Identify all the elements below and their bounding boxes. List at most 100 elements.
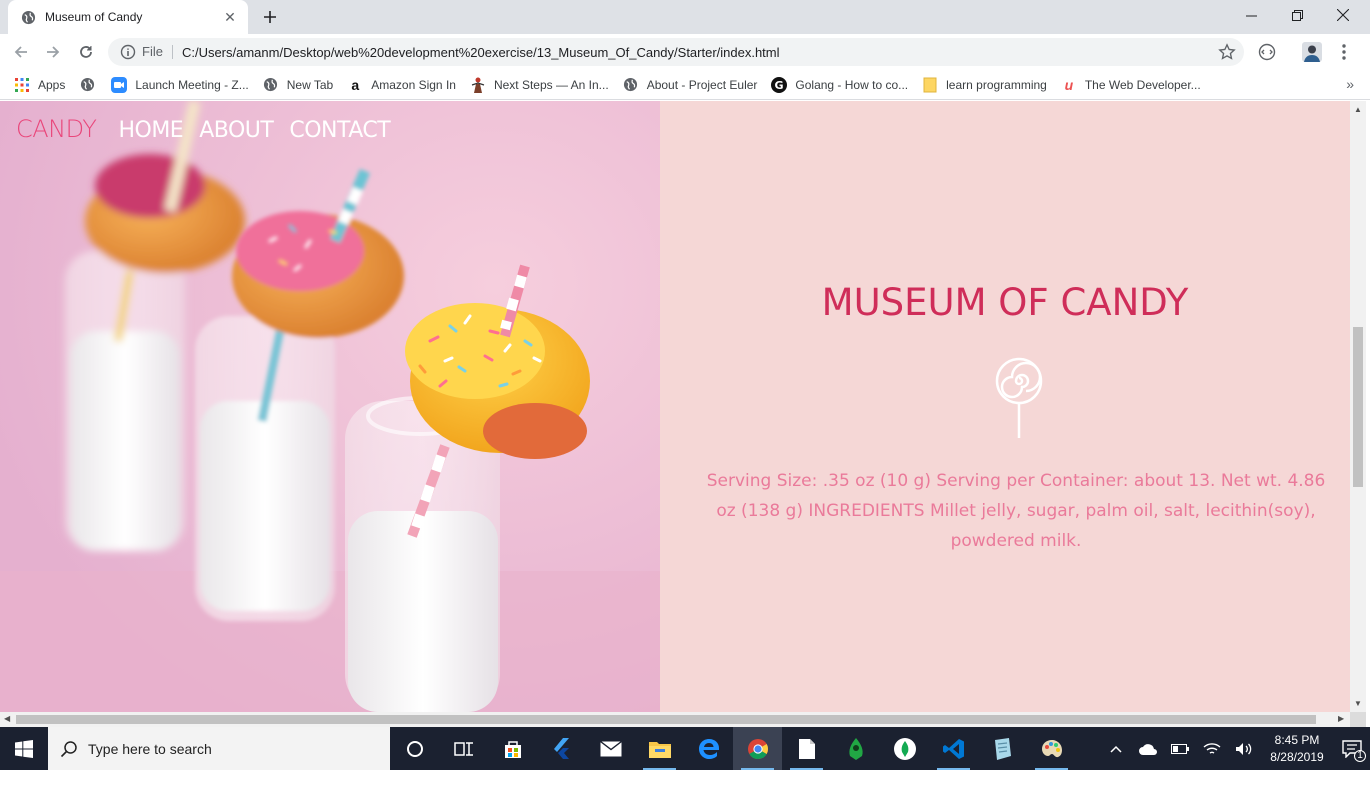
forward-icon[interactable]: [41, 40, 65, 64]
hero-image: [0, 101, 660, 712]
menu-icon[interactable]: [1334, 42, 1354, 62]
horizontal-scroll-thumb[interactable]: [16, 715, 1316, 724]
bookmark-label: Next Steps — An In...: [493, 77, 609, 92]
close-icon[interactable]: ✕: [222, 9, 238, 25]
product-description: Serving Size: .35 oz (10 g) Serving per …: [706, 471, 1326, 551]
battery-icon[interactable]: [1164, 727, 1196, 770]
browser-tab[interactable]: Museum of Candy ✕: [8, 0, 248, 34]
bookmark-label: Apps: [38, 77, 66, 92]
bookmark-zoom[interactable]: Launch Meeting - Z...: [111, 72, 249, 98]
store-icon[interactable]: [488, 727, 537, 770]
nav-link-contact[interactable]: CONTACT: [289, 118, 390, 143]
vertical-scroll-thumb[interactable]: [1353, 327, 1363, 487]
windows-start-icon[interactable]: [0, 727, 48, 770]
info-panel: MUSEUM OF CANDY Serving Size: .35 oz (10…: [660, 101, 1350, 712]
notepadpp-icon[interactable]: [978, 727, 1027, 770]
back-icon[interactable]: [9, 40, 33, 64]
bookmark-new-tab[interactable]: New Tab: [263, 72, 333, 98]
paint-icon[interactable]: [1027, 727, 1076, 770]
scroll-right-icon[interactable]: ▶: [1338, 714, 1344, 723]
mongodb-icon[interactable]: [880, 727, 929, 770]
edge-icon[interactable]: [684, 727, 733, 770]
horizontal-scrollbar[interactable]: ◀ ▶: [0, 712, 1350, 727]
task-view-icon[interactable]: [439, 727, 488, 770]
scroll-up-icon[interactable]: ▲: [1354, 105, 1362, 114]
cortana-icon[interactable]: [390, 727, 439, 770]
folder-icon: [922, 77, 938, 93]
zoom-icon: [111, 76, 128, 93]
search-placeholder: Type here to search: [88, 740, 212, 757]
profile-icon[interactable]: [1302, 42, 1322, 62]
scroll-left-icon[interactable]: ◀: [4, 714, 10, 723]
reload-icon[interactable]: [74, 40, 98, 64]
restore-button[interactable]: [1274, 0, 1320, 30]
globe-icon: [79, 77, 95, 93]
browser-toolbar: File C:/Users/amanm/Desktop/web%20develo…: [0, 34, 1370, 70]
tab-title: Museum of Candy: [45, 10, 143, 24]
bookmark-apps[interactable]: Apps: [14, 72, 65, 98]
notification-count: 1: [1354, 750, 1366, 762]
new-tab-button[interactable]: [258, 6, 282, 28]
amazon-icon: a: [351, 76, 360, 93]
vertical-scrollbar[interactable]: ▲ ▼: [1350, 101, 1366, 712]
mail-icon[interactable]: [586, 727, 635, 770]
search-icon: [60, 740, 78, 758]
donut-milk-photo: [0, 101, 660, 712]
clock-time: 8:45 PM: [1274, 732, 1320, 747]
notepad-icon[interactable]: [782, 727, 831, 770]
tab-strip: Museum of Candy ✕: [0, 0, 1370, 34]
robo3t-icon[interactable]: [831, 727, 880, 770]
minimize-button[interactable]: [1228, 0, 1274, 30]
clock-date: 8/28/2019: [1270, 749, 1324, 764]
plus-icon: [264, 11, 276, 23]
nav-link-about[interactable]: ABOUT: [199, 118, 274, 143]
bookmark-label: Amazon Sign In: [371, 77, 456, 92]
star-icon[interactable]: [1218, 43, 1236, 61]
bookmark-amazon[interactable]: a Amazon Sign In: [347, 72, 456, 98]
vscode-icon[interactable]: [929, 727, 978, 770]
bookmark-project-euler[interactable]: About - Project Euler: [623, 72, 758, 98]
bookmark-globe[interactable]: [79, 72, 103, 98]
wifi-icon[interactable]: [1196, 727, 1228, 770]
system-tray: 8:45 PM 8/28/2019 1: [1100, 727, 1370, 770]
file-explorer-icon[interactable]: [635, 727, 684, 770]
close-window-button[interactable]: [1320, 0, 1366, 30]
bookmark-label: Golang - How to co...: [795, 77, 909, 92]
bookmark-folder-learn-programming[interactable]: learn programming: [922, 72, 1047, 98]
bookmark-golang[interactable]: G Golang - How to co...: [771, 72, 908, 98]
bookmark-label: About - Project Euler: [646, 77, 758, 92]
g-icon: G: [771, 76, 788, 93]
globe-icon: [21, 10, 36, 25]
globe-icon: [263, 77, 279, 93]
apps-grid-icon: [14, 77, 30, 93]
clock[interactable]: 8:45 PM 8/28/2019: [1260, 732, 1334, 766]
nav-brand-link[interactable]: CANDY: [16, 115, 97, 143]
bookmarks-bar: Apps Launch Meeting - Z... New Tab a Ama…: [0, 70, 1370, 100]
chevron-up-icon[interactable]: [1100, 727, 1132, 770]
chrome-icon[interactable]: [733, 727, 782, 770]
bookmark-label: learn programming: [946, 77, 1047, 92]
site-nav: CANDY HOME ABOUT CONTACT: [16, 115, 406, 143]
figure-icon: [470, 77, 486, 93]
volume-icon[interactable]: [1228, 727, 1260, 770]
udemy-icon: u: [1064, 76, 1074, 93]
chevron-double-right-icon[interactable]: »: [1346, 76, 1354, 92]
bookmark-label: New Tab: [286, 77, 334, 92]
nav-link-home[interactable]: HOME: [118, 118, 183, 143]
bookmark-label: The Web Developer...: [1084, 77, 1201, 92]
url-text[interactable]: C:/Users/amanm/Desktop/web%20development…: [182, 45, 780, 60]
globe-icon: [623, 77, 639, 93]
address-bar[interactable]: File C:/Users/amanm/Desktop/web%20develo…: [108, 38, 1244, 66]
page-viewport: CANDY HOME ABOUT CONTACT MUSEUM OF CANDY…: [0, 101, 1350, 712]
taskbar-search[interactable]: Type here to search: [48, 727, 390, 770]
bookmark-next-steps[interactable]: Next Steps — An In...: [470, 72, 609, 98]
flutter-icon[interactable]: [537, 727, 586, 770]
onedrive-icon[interactable]: [1132, 727, 1164, 770]
bookmark-web-developer[interactable]: u The Web Developer...: [1061, 72, 1201, 98]
svg-text:G: G: [775, 79, 784, 92]
info-icon[interactable]: [120, 44, 136, 60]
lollipop-icon: [994, 356, 1044, 440]
scroll-down-icon[interactable]: ▼: [1354, 699, 1362, 708]
extension-icon[interactable]: [1257, 42, 1277, 62]
notification-center-icon[interactable]: 1: [1334, 727, 1370, 770]
